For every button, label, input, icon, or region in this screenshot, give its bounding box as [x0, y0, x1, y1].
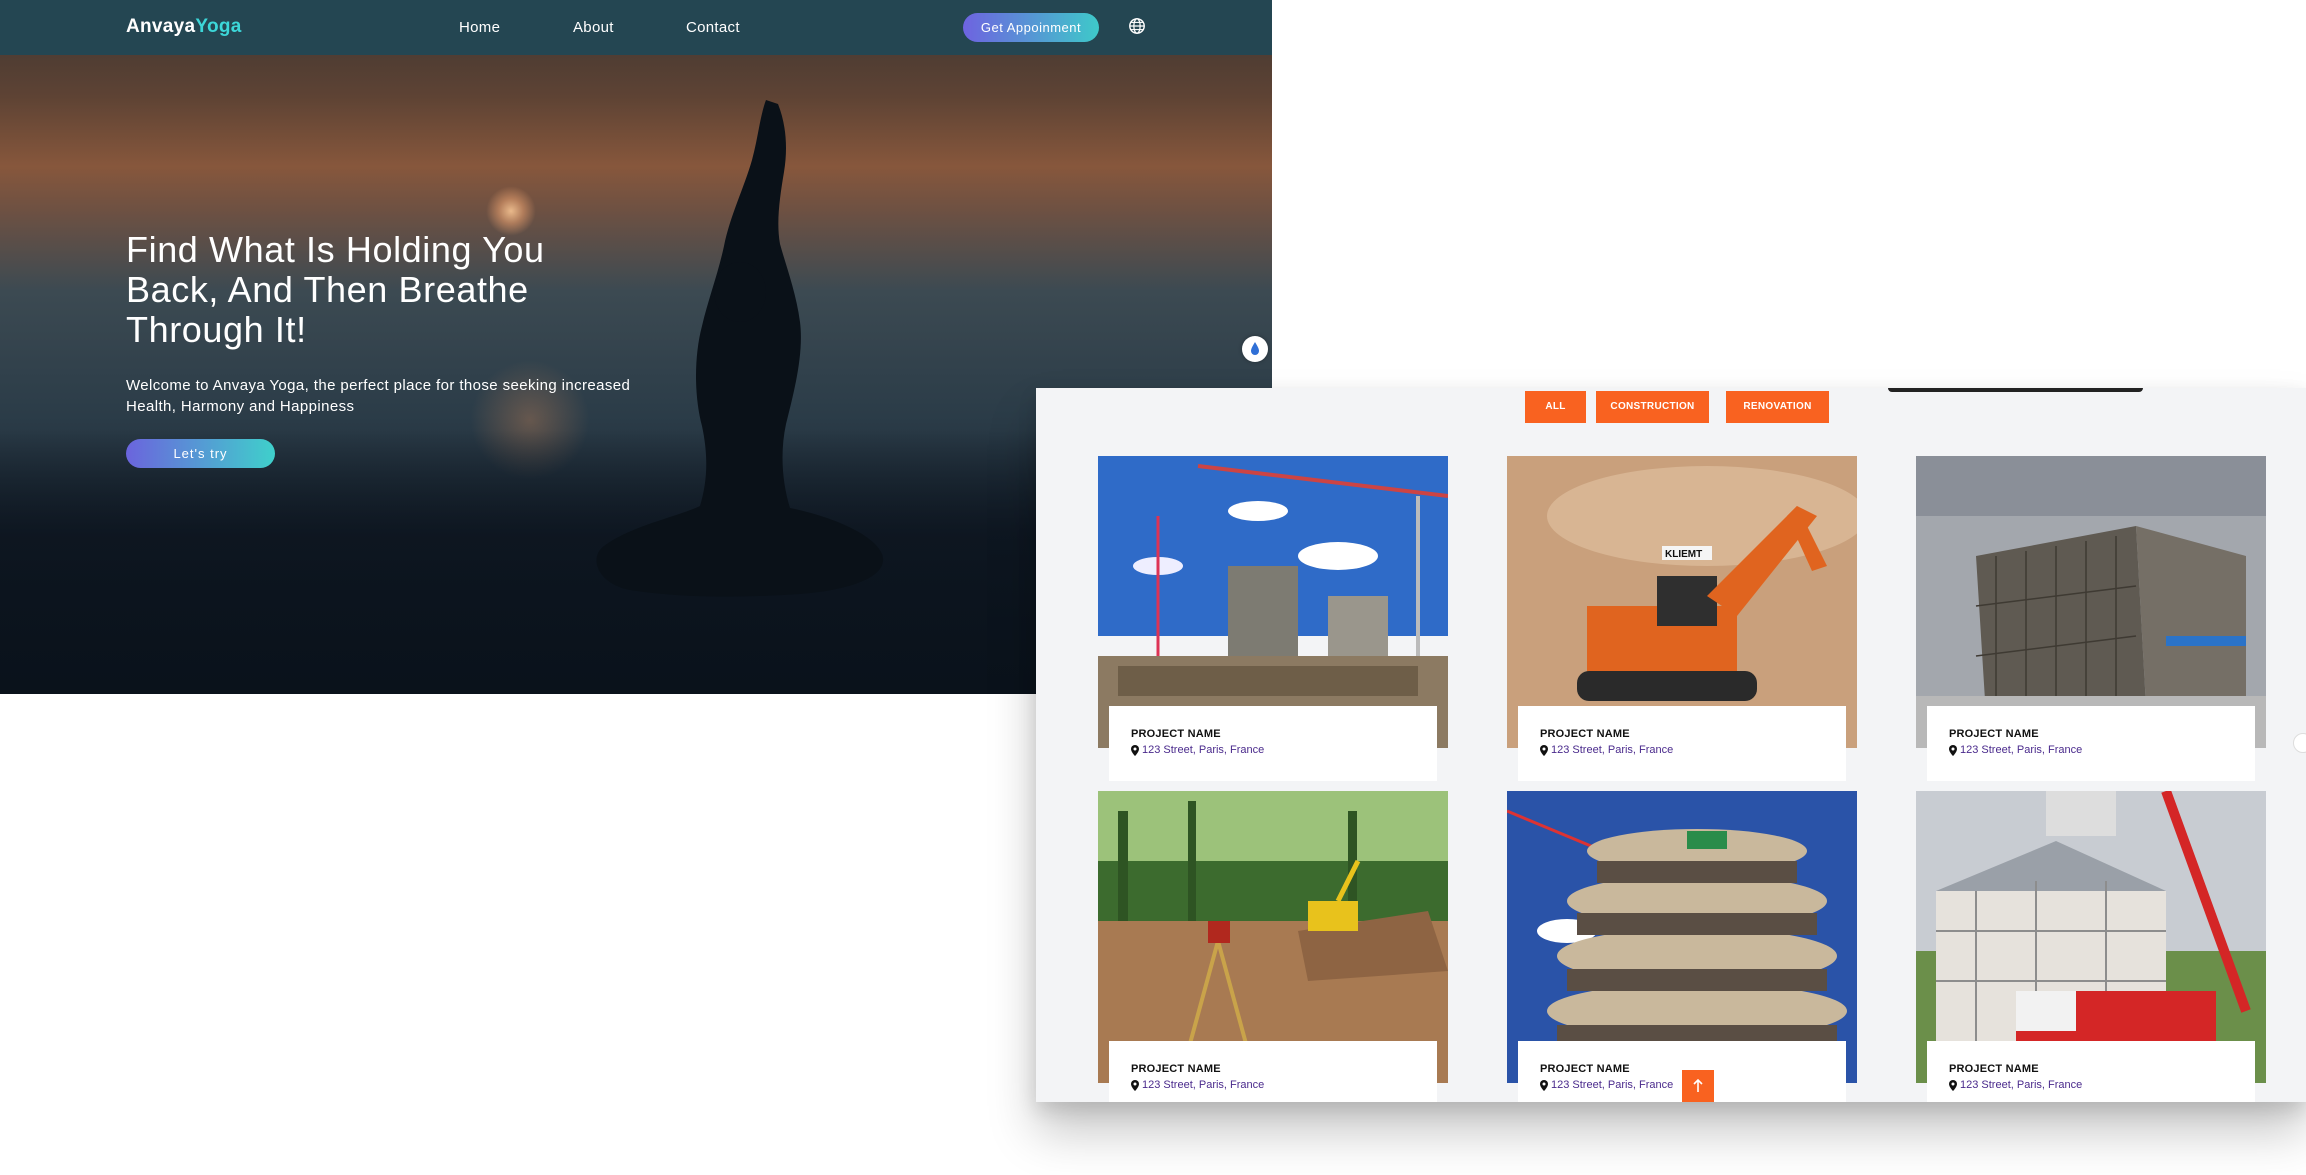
- project-location-text[interactable]: 123 Street, Paris, France: [1960, 1079, 2082, 1091]
- project-card[interactable]: PROJECT NAME 123 Street, Paris, France: [1507, 791, 1857, 1102]
- yoga-silhouette-image: [596, 100, 884, 597]
- project-name: PROJECT NAME: [1131, 1063, 1221, 1075]
- map-pin-icon: [1949, 744, 1957, 756]
- nav-about-link[interactable]: About: [573, 19, 614, 36]
- map-pin-icon: [1131, 744, 1139, 756]
- project-card[interactable]: PROJECT NAME 123 Street, Paris, France: [1098, 791, 1448, 1102]
- project-card[interactable]: PROJECT NAME 123 Street, Paris, France: [1098, 456, 1448, 781]
- project-name: PROJECT NAME: [1949, 1063, 2039, 1075]
- dark-header-edge: [1888, 388, 2143, 392]
- hero-title: Find What Is Holding You Back, And Then …: [126, 229, 545, 350]
- project-photo-curved-building: [1507, 791, 1857, 1083]
- project-card[interactable]: PROJECT NAME 123 Street, Paris, France: [1916, 791, 2266, 1102]
- project-location: 123 Street, Paris, France: [1949, 744, 2233, 756]
- brand-logo[interactable]: AnvayaYoga: [126, 16, 242, 38]
- carousel-next-arrow[interactable]: [2293, 733, 2306, 753]
- excavator-brand-text: KLIEMT: [1665, 549, 1702, 560]
- project-photo-survey: [1098, 791, 1448, 1083]
- logo-text-anvaya: Anvaya: [126, 16, 196, 37]
- map-pin-icon: [1540, 1079, 1548, 1091]
- project-info: PROJECT NAME 123 Street, Paris, France: [1927, 1041, 2255, 1102]
- project-location: 123 Street, Paris, France: [1540, 744, 1824, 756]
- map-pin-icon: [1131, 1079, 1139, 1091]
- project-location-text[interactable]: 123 Street, Paris, France: [1960, 744, 2082, 756]
- filter-construction-button[interactable]: CONSTRUCTION: [1596, 391, 1709, 423]
- nav-contact-link[interactable]: Contact: [686, 19, 740, 36]
- lets-try-button[interactable]: Let's try: [126, 439, 275, 468]
- project-location: 123 Street, Paris, France: [1949, 1079, 2233, 1091]
- project-location-text[interactable]: 123 Street, Paris, France: [1551, 744, 1673, 756]
- map-pin-icon: [1949, 1079, 1957, 1091]
- logo-text-yoga: Yoga: [195, 16, 242, 37]
- get-appointment-button[interactable]: Get Appoinment: [963, 13, 1099, 42]
- project-location: 123 Street, Paris, France: [1131, 744, 1415, 756]
- project-card[interactable]: PROJECT NAME 123 Street, Paris, France: [1916, 456, 2266, 781]
- filter-renovation-button[interactable]: RENOVATION: [1726, 391, 1829, 423]
- water-drop-badge[interactable]: [1242, 336, 1268, 362]
- globe-icon[interactable]: [1128, 17, 1146, 35]
- project-photo-rebar: [1916, 456, 2266, 748]
- project-location-text[interactable]: 123 Street, Paris, France: [1142, 744, 1264, 756]
- top-navbar: AnvayaYoga Home About Contact Get Appoin…: [0, 0, 1272, 55]
- project-info: PROJECT NAME 123 Street, Paris, France: [1518, 706, 1846, 781]
- project-name: PROJECT NAME: [1949, 728, 2039, 740]
- project-location-text[interactable]: 123 Street, Paris, France: [1551, 1079, 1673, 1091]
- project-name: PROJECT NAME: [1540, 728, 1630, 740]
- project-location-text[interactable]: 123 Street, Paris, France: [1142, 1079, 1264, 1091]
- project-photo-modular-house: [1916, 791, 2266, 1083]
- project-name: PROJECT NAME: [1131, 728, 1221, 740]
- project-info: PROJECT NAME 123 Street, Paris, France: [1927, 706, 2255, 781]
- nav-home-link[interactable]: Home: [459, 19, 500, 36]
- water-drop-icon: [1251, 342, 1259, 355]
- project-card[interactable]: KLIEMT PROJECT NAME 123 Street, Paris, F…: [1507, 456, 1857, 781]
- project-info: PROJECT NAME 123 Street, Paris, France: [1109, 1041, 1437, 1102]
- project-photo-excavator: KLIEMT: [1507, 456, 1857, 748]
- filter-all-button[interactable]: ALL: [1525, 391, 1586, 423]
- project-photo-cranes: [1098, 456, 1448, 748]
- construction-portfolio-window: ALL CONSTRUCTION RENOVATION PROJECT NAME…: [1036, 388, 2306, 1102]
- back-to-top-button[interactable]: [1682, 1070, 1714, 1102]
- project-location: 123 Street, Paris, France: [1131, 1079, 1415, 1091]
- hero-subtitle: Welcome to Anvaya Yoga, the perfect plac…: [126, 377, 631, 415]
- project-info: PROJECT NAME 123 Street, Paris, France: [1109, 706, 1437, 781]
- arrow-up-icon: [1693, 1078, 1703, 1092]
- map-pin-icon: [1540, 744, 1548, 756]
